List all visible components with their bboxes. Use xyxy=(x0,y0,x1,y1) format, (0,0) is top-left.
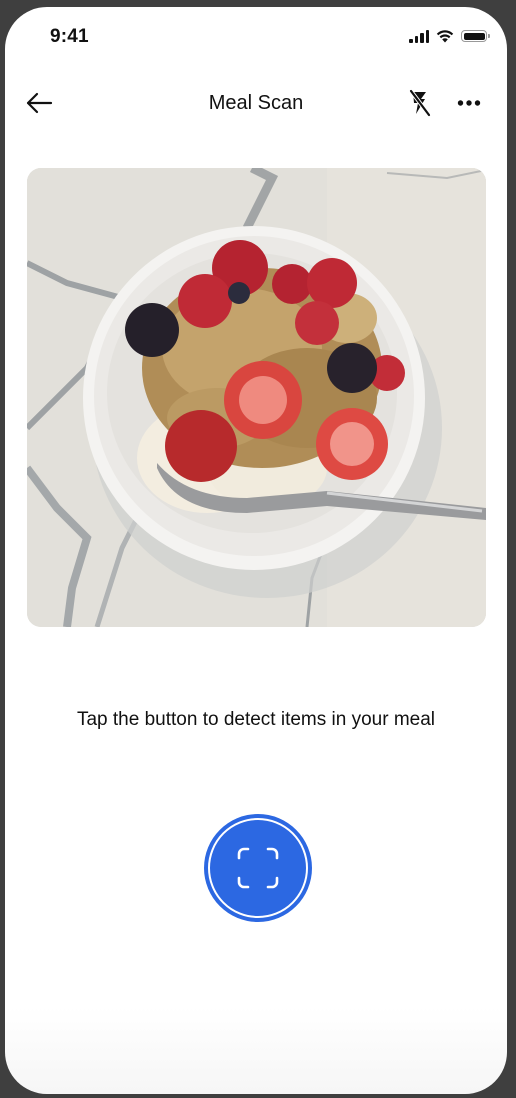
flash-off-icon xyxy=(409,89,431,117)
status-time: 9:41 xyxy=(50,26,89,47)
phone-screen: 9:41 Meal Scan Tap the button to detect … xyxy=(5,7,507,1094)
status-bar: 9:41 xyxy=(5,7,507,67)
wifi-icon xyxy=(436,30,454,43)
nav-bar: Meal Scan xyxy=(5,75,507,131)
cellular-signal-icon xyxy=(409,29,429,43)
instruction-text: Tap the button to detect items in your m… xyxy=(76,709,436,730)
status-icons xyxy=(409,29,490,43)
flash-toggle-button[interactable] xyxy=(404,87,436,119)
more-options-button[interactable] xyxy=(453,87,485,119)
battery-icon xyxy=(461,30,490,42)
meal-photo xyxy=(27,168,486,627)
more-horizontal-icon xyxy=(457,100,481,106)
scan-meal-button[interactable] xyxy=(204,814,312,922)
scan-frame-icon xyxy=(237,847,279,889)
